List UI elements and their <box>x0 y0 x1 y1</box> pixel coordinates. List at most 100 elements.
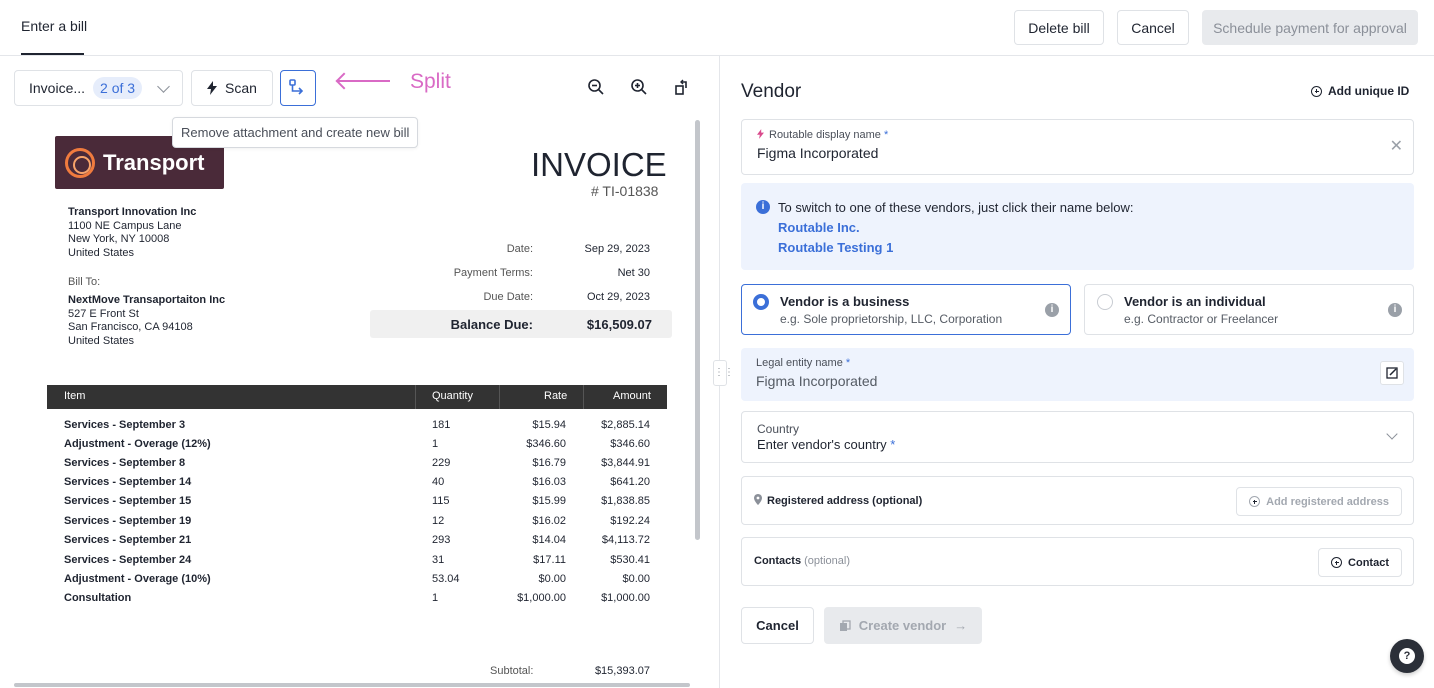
contacts-text: Contacts <box>754 555 802 567</box>
due-date-value: Oct 29, 2023 <box>587 291 650 303</box>
table-row: Services - September 8 229 $16.79 $3,844.91 <box>14 457 694 476</box>
vendor-cancel-button[interactable]: Cancel <box>741 607 814 644</box>
logo-text: Transport <box>103 149 205 175</box>
cancel-button[interactable]: Cancel <box>1117 10 1189 45</box>
add-unique-id-label: Add unique ID <box>1328 84 1410 98</box>
zoom-in-icon[interactable] <box>630 78 648 96</box>
scan-button[interactable]: Scan <box>191 70 273 106</box>
contact-label: Contact <box>1348 556 1389 569</box>
date-label: Date: <box>506 243 533 255</box>
vendor-switch-info: i To switch to one of these vendors, jus… <box>741 183 1414 270</box>
balance-value: $16,509.07 <box>586 317 652 332</box>
row-rate: $16.79 <box>532 457 566 469</box>
row-item: Services - September 21 <box>64 534 192 546</box>
bill-to-label: Bill To: <box>68 276 101 288</box>
to-address: NextMove Transaportaiton Inc 527 E Front… <box>68 294 225 348</box>
create-vendor-label: Create vendor <box>858 618 947 633</box>
radio-business[interactable] <box>753 294 769 310</box>
to-line: 527 E Front St <box>68 307 139 320</box>
vendor-link-routable-inc[interactable]: Routable Inc. <box>778 220 860 235</box>
required-marker: * <box>845 357 851 369</box>
row-rate: $14.04 <box>532 534 566 546</box>
schedule-payment-button[interactable]: Schedule payment for approval <box>1202 10 1418 45</box>
col-divider <box>499 385 500 409</box>
edit-button[interactable] <box>1380 361 1404 385</box>
contacts-row: Contacts (optional) Contact <box>741 537 1414 586</box>
row-item: Services - September 24 <box>64 554 192 566</box>
scan-label: Scan <box>225 80 257 96</box>
vendor-icon <box>839 619 851 631</box>
create-vendor-button[interactable]: Create vendor → <box>824 607 982 644</box>
from-name: Transport Innovation Inc <box>68 206 197 218</box>
legal-entity-field[interactable]: Legal entity name * Figma Incorporated <box>741 348 1414 401</box>
info-icon[interactable]: i <box>1045 303 1059 317</box>
page-count-pill: 2 of 3 <box>93 77 143 99</box>
split-icon <box>289 79 304 95</box>
row-amount: $346.60 <box>610 438 650 450</box>
subtotal-value: $15,393.07 <box>594 665 650 677</box>
row-qty: 12 <box>432 515 445 527</box>
subtotal-label: Subtotal: <box>490 665 534 677</box>
invoice-select[interactable]: Invoice... 2 of 3 <box>14 70 183 106</box>
vendor-heading: Vendor <box>741 81 802 102</box>
registered-address-row: Registered address (optional) Add regist… <box>741 476 1414 525</box>
date-value: Sep 29, 2023 <box>584 243 650 255</box>
row-rate: $15.94 <box>532 419 566 431</box>
contacts-optional: (optional) <box>804 555 850 567</box>
legal-entity-value: Figma Incorporated <box>756 373 878 389</box>
zoom-out-icon[interactable] <box>587 78 605 96</box>
table-row: Services - September 15 115 $15.99 $1,838.8… <box>14 495 694 514</box>
row-rate: $17.11 <box>533 554 566 566</box>
row-item: Adjustment - Overage (10%) <box>64 573 211 585</box>
row-amount: $1,838.85 <box>601 495 650 507</box>
row-item: Adjustment - Overage (12%) <box>64 438 211 450</box>
row-qty: 293 <box>432 534 451 546</box>
table-row: Adjustment - Overage (12%) 1 $346.60 $346.6… <box>14 438 694 457</box>
chevron-down-icon <box>1386 428 1398 440</box>
row-amount: $641.20 <box>610 476 650 488</box>
vendor-pane: Vendor Add unique ID Routable display na… <box>721 56 1434 688</box>
chevron-down-icon <box>157 80 170 93</box>
business-sub: e.g. Sole proprietorship, LLC, Corporati… <box>780 312 1003 326</box>
radio-individual[interactable] <box>1097 294 1113 310</box>
contacts-label: Contacts (optional) <box>754 555 850 567</box>
display-name-label: Routable display name * <box>757 129 888 141</box>
location-pin-icon <box>754 494 762 505</box>
country-field[interactable]: Country Enter vendor's country * <box>741 411 1414 463</box>
add-unique-id-button[interactable]: Add unique ID <box>1311 84 1409 98</box>
vendor-individual-option[interactable]: Vendor is an individual e.g. Contractor … <box>1084 284 1414 335</box>
items-table-header: Item Quantity Rate Amount <box>47 385 667 409</box>
split-button[interactable] <box>280 70 316 106</box>
add-registered-address-button[interactable]: Add registered address <box>1236 487 1402 516</box>
document-horizontal-scrollbar[interactable] <box>14 683 690 687</box>
vendor-business-option[interactable]: Vendor is a business e.g. Sole proprieto… <box>741 284 1071 335</box>
row-amount: $2,885.14 <box>601 419 650 431</box>
rotate-icon[interactable] <box>673 78 691 96</box>
row-amount: $0.00 <box>622 573 650 585</box>
table-row: Services - September 24 31 $17.11 $530.41 <box>14 554 694 573</box>
row-amount: $530.41 <box>610 554 650 566</box>
plus-circle-icon <box>1249 496 1261 507</box>
row-qty: 53.04 <box>432 573 460 585</box>
edit-icon <box>1386 367 1398 379</box>
row-qty: 1 <box>432 438 439 450</box>
add-contact-button[interactable]: Contact <box>1318 548 1402 577</box>
document-scrollbar[interactable] <box>695 120 700 540</box>
clear-icon[interactable]: ✕ <box>1390 136 1403 156</box>
top-bar: Enter a bill Delete bill Cancel Schedule… <box>0 0 1434 56</box>
row-qty: 181 <box>432 419 451 431</box>
table-row: Consultation 1 $1,000.00 $1,000.00 <box>14 592 694 611</box>
vendor-link-routable-testing[interactable]: Routable Testing 1 <box>778 240 893 255</box>
col-divider <box>583 385 584 409</box>
row-amount: $4,113.72 <box>601 534 650 546</box>
tab-enter-bill[interactable]: Enter a bill <box>21 18 87 34</box>
registered-address-text: Registered address (optional) <box>767 495 923 507</box>
registered-address-label: Registered address (optional) <box>754 494 922 507</box>
terms-value: Net 30 <box>617 267 650 279</box>
info-icon[interactable]: i <box>1388 303 1402 317</box>
display-name-field[interactable]: Routable display name * Figma Incorporat… <box>741 119 1414 175</box>
delete-bill-button[interactable]: Delete bill <box>1014 10 1104 45</box>
help-button[interactable]: ? <box>1390 639 1424 673</box>
terms-label: Payment Terms: <box>453 267 533 279</box>
legal-entity-label: Legal entity name * <box>756 357 850 369</box>
